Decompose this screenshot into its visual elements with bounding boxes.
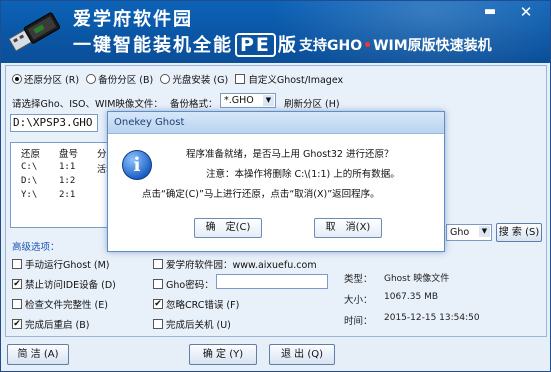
radio-backup[interactable]: 备份分区 (B) [86,74,153,86]
usb-drive-icon [8,12,61,52]
minimize-button[interactable]: ▬ [480,5,500,21]
ok-button[interactable]: 确 定 (Y) [189,344,257,365]
dialog-cancel-button[interactable]: 取 消(X) [314,218,382,238]
app-window: 爱学府软件园 一键智能装机全能 PE 版 支持GHO•WIM原版快速装机 ▬ ✕ 还… [0,0,551,372]
gho-password-checkbox[interactable]: Gho密码： [153,277,214,291]
reboot-after-checkbox[interactable]: ✔ 完成后重启 (B) [12,317,89,331]
file-type-select[interactable]: Gho ▼ [446,224,492,241]
chevron-down-icon: ▼ [263,95,274,106]
app-title-text: 一键智能装机全能 [73,35,233,56]
advanced-options-title: 高级选项： [12,242,60,253]
file-time-label: 时间： [344,316,373,327]
check-integrity-checkbox[interactable]: 检查文件完整性 (E) [12,297,108,311]
file-time-value: 2015-12-15 13:54:50 [384,313,480,323]
dialog-message-line2: 注意：本操作将删除 C:\(1:1) 上的所有数据。 [206,169,400,180]
format-select[interactable]: *.GHO ▼ [220,93,276,108]
info-icon: i [122,150,152,180]
radio-cd-install[interactable]: 光盘安装 (G) [160,74,228,86]
file-type-label: 类型： [344,274,373,285]
file-type-value: Ghost 映像文件 [384,274,450,284]
radio-restore[interactable]: 还原分区 (R) [12,74,79,86]
table-header: 还原 [21,149,41,160]
shutdown-after-checkbox[interactable]: 完成后关机 (U) [153,317,231,331]
ignore-crc-checkbox[interactable]: ✔ 忽略CRC错误 (F) [153,297,239,311]
dialog-title: Onekey Ghost [108,112,444,134]
image-path-input[interactable]: D:\XPSP3.GHO [10,114,98,132]
image-select-label: 请选择Gho、ISO、WIM映像文件： [12,99,163,110]
app-title-suffix: 版 [277,35,298,56]
file-size-label: 大小： [344,295,373,306]
dialog-body: i 程序准备就绪，是否马上用 Ghost32 进行还原？ 注意：本操作将删除 C… [108,134,444,251]
website-checkbox[interactable]: 爱学府软件园：www.aixuefu.com [153,257,317,271]
mode-radio-group: 还原分区 (R) 备份分区 (B) 光盘安装 (G) 自定义Ghost/Imag… [12,72,343,86]
format-label: 备份格式： [170,99,218,110]
header-banner: 爱学府软件园 一键智能装机全能 PE 版 支持GHO•WIM原版快速装机 ▬ ✕ [1,1,550,63]
pe-logo: PE [235,33,276,57]
simple-mode-button[interactable]: 简 洁 (A) [7,344,69,365]
custom-ghost-checkbox[interactable]: 自定义Ghost/Imagex [235,74,343,86]
dialog-message-line1: 程序准备就绪，是否马上用 Ghost32 进行还原？ [186,149,394,160]
manual-ghost-checkbox[interactable]: 手动运行Ghost (M) [12,257,110,271]
dialog-ok-button[interactable]: 确 定(C) [194,218,262,238]
close-button[interactable]: ✕ [516,5,536,21]
refresh-partition-button[interactable]: 刷新分区 (H) [284,96,340,110]
disable-ide-checkbox[interactable]: ✔ 禁止访问IDE设备 (D) [12,277,116,291]
chevron-down-icon: ▼ [479,226,490,237]
file-size-value: 1067.35 MB [384,292,439,302]
app-title-line2: 一键智能装机全能 PE 版 [73,31,298,57]
banner-subtitle: 支持GHO•WIM原版快速装机 [299,38,492,54]
search-button[interactable]: 搜 索 (S) [496,223,542,242]
dialog-message-line3: 点击“确定(C)”马上进行还原，点击“取消(X)”返回程序。 [142,189,380,200]
gho-password-input[interactable] [216,274,328,289]
confirm-dialog: Onekey Ghost i 程序准备就绪，是否马上用 Ghost32 进行还原… [107,111,445,252]
app-title-line1: 爱学府软件园 [73,9,193,30]
table-header: 盘号 [59,149,79,160]
exit-button[interactable]: 退 出 (Q) [269,344,335,365]
